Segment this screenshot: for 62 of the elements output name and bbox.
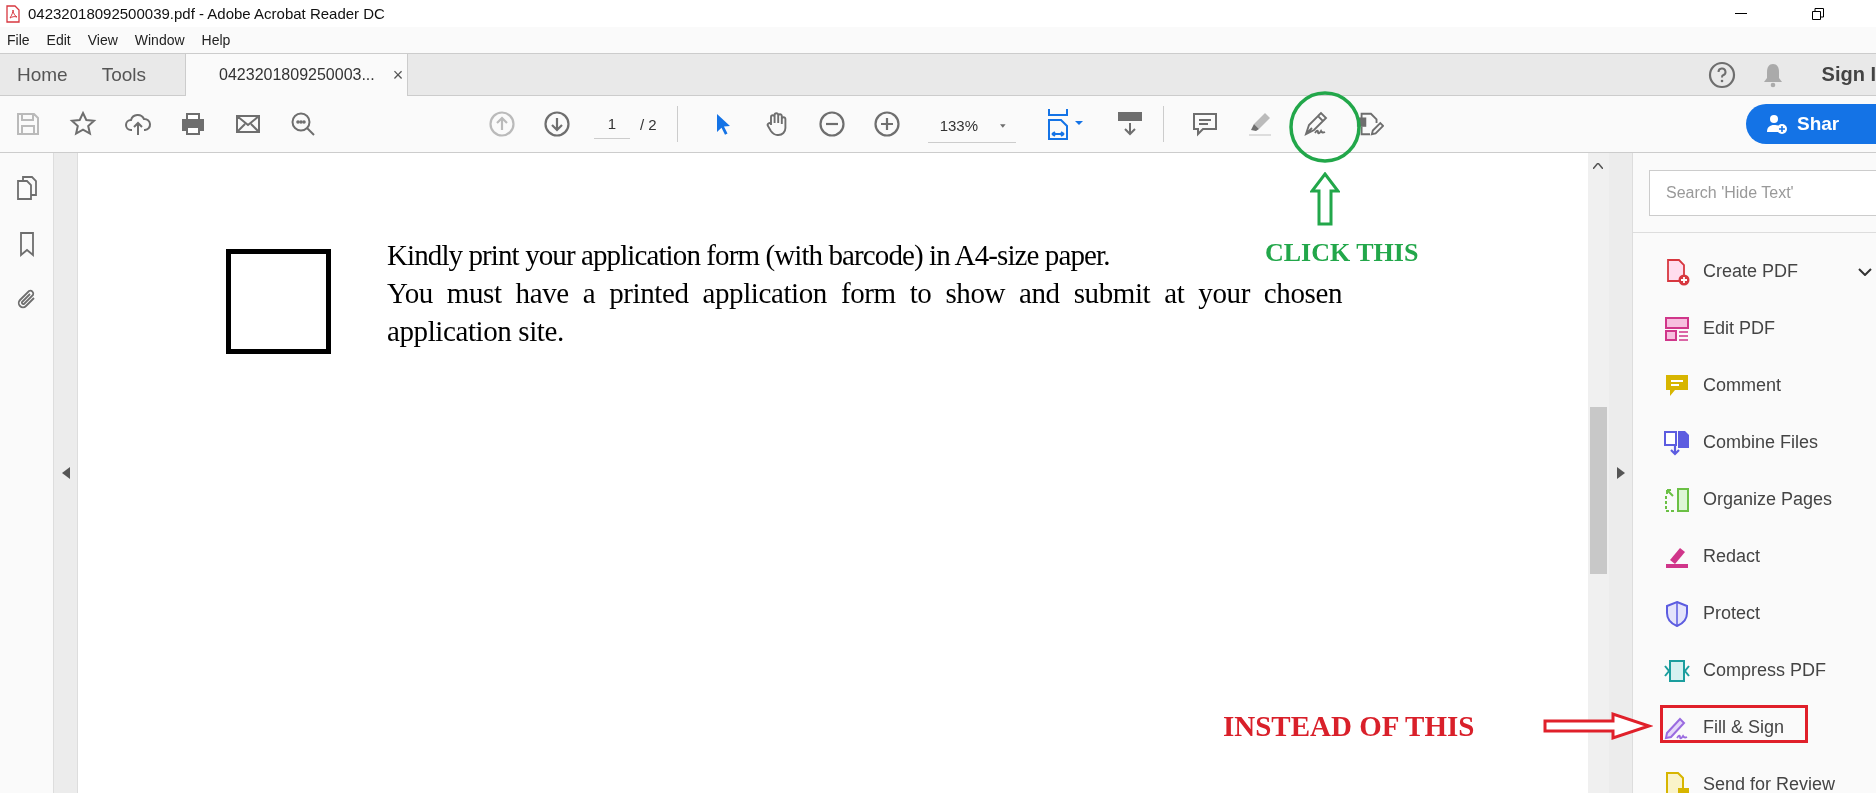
annotation-text: CLICK THIS — [1265, 238, 1419, 268]
edit-pdf-icon — [1663, 314, 1691, 343]
tool-label: Redact — [1703, 546, 1761, 567]
tool-item[interactable]: Send for Review — [1633, 756, 1876, 793]
tool-label: Edit PDF — [1703, 318, 1776, 339]
tool-label: Combine Files — [1703, 432, 1819, 453]
document-paragraph: Kindly print your application form (with barcode) in A4-size paper. — [387, 238, 1110, 273]
scroll-up-icon[interactable] — [1593, 163, 1603, 169]
pdf-file-icon — [6, 4, 20, 23]
tool-label: Protect — [1703, 603, 1761, 624]
tool-item[interactable]: Organize Pages — [1633, 471, 1876, 528]
tool-label: Create PDF — [1703, 261, 1799, 282]
tool-item[interactable]: Compress PDF — [1633, 642, 1876, 699]
add-person-icon — [1766, 114, 1788, 134]
help-icon[interactable] — [1707, 60, 1736, 89]
close-tab-icon[interactable]: × — [392, 64, 404, 86]
tool-label: Fill & Sign — [1703, 717, 1785, 738]
tool-item[interactable]: Combine Files — [1633, 414, 1876, 471]
scrollbar-thumb[interactable] — [1590, 407, 1607, 574]
tab[interactable]: Home — [0, 54, 85, 95]
search-field[interactable]: Search 'Hide Text' — [1649, 170, 1876, 216]
menu-item[interactable]: Window — [134, 32, 185, 48]
tool-item[interactable]: Redact — [1633, 528, 1876, 585]
tool-label: Send for Review — [1703, 774, 1836, 793]
tool-label: Organize Pages — [1703, 489, 1833, 510]
menu-item[interactable]: File — [7, 32, 30, 48]
tool-item[interactable]: Fill & Sign — [1633, 699, 1876, 756]
menu-item[interactable]: Help — [201, 32, 231, 48]
zoom-out-button[interactable] — [817, 108, 846, 140]
annotation-text: INSTEAD OF THIS — [1223, 710, 1475, 743]
tool-item[interactable]: Create PDF — [1633, 243, 1876, 300]
share-button[interactable]: Shar — [1746, 104, 1876, 144]
caret-icon — [1000, 122, 1006, 129]
menu-item[interactable]: Edit — [46, 32, 71, 48]
sign-in-link[interactable]: Sign I — [1821, 63, 1876, 86]
zoom-in-button[interactable] — [872, 108, 901, 140]
tool-item[interactable]: Protect — [1633, 585, 1876, 642]
restore-icon[interactable] — [1812, 7, 1824, 20]
tool-label: Compress PDF — [1703, 660, 1827, 681]
tab[interactable]: 0423201809250003... × — [185, 54, 409, 96]
tool-item[interactable]: Comment — [1633, 357, 1876, 414]
chevron-down-icon[interactable] — [1858, 267, 1872, 276]
scrollbar-track[interactable] — [1588, 153, 1609, 793]
shield-icon — [1663, 599, 1691, 628]
next-page-button[interactable] — [543, 108, 571, 140]
organize-pages-icon — [1663, 485, 1691, 514]
up-arrow — [1310, 172, 1340, 226]
collapse-right-icon[interactable] — [1616, 467, 1625, 479]
expand-left-icon[interactable] — [61, 467, 70, 479]
page-number-field[interactable]: 1 — [594, 115, 630, 139]
menu-item[interactable]: View — [87, 32, 118, 48]
tool-item[interactable]: Edit PDF — [1633, 300, 1876, 357]
window-title: 04232018092500039.pdf - Adobe Acrobat Reader DC — [28, 5, 385, 22]
zoom-dropdown[interactable]: 133% — [927, 113, 1016, 143]
tool-label: Comment — [1703, 375, 1782, 396]
pages-icon[interactable] — [14, 175, 39, 201]
combine-files-icon — [1663, 428, 1691, 457]
document-paragraph: You must have a printed application form to show and submit at your chosen application site. — [387, 276, 1342, 349]
minimize-icon[interactable] — [1735, 12, 1747, 15]
review-document-icon — [1663, 770, 1691, 793]
tab[interactable]: Tools — [84, 54, 164, 95]
page-count: / 2 — [640, 115, 657, 133]
